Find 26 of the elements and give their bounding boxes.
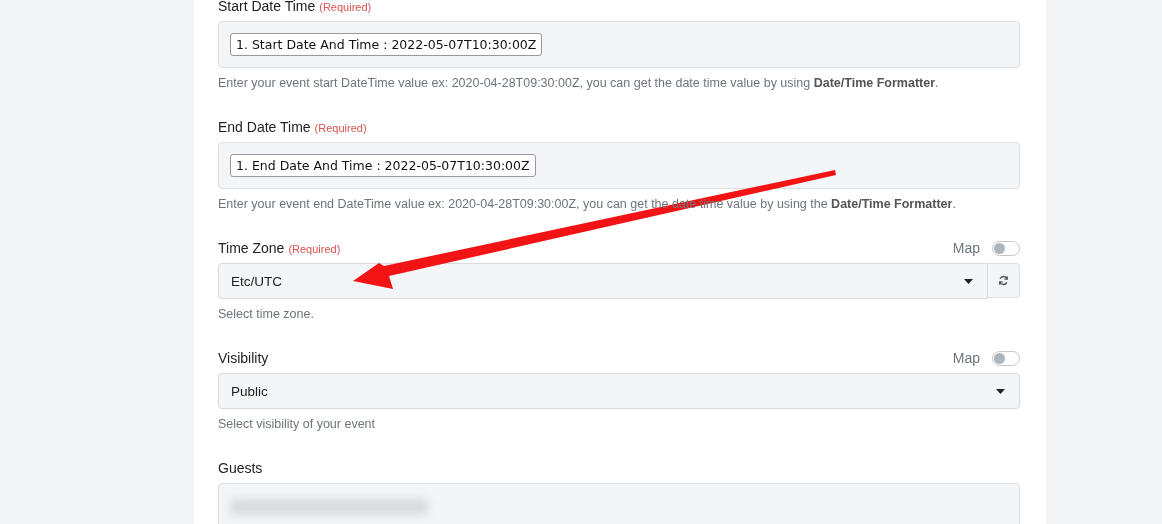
field-label: Visibility	[218, 350, 269, 366]
value-tag[interactable]: 1. Start Date And Time : 2022-05-07T10:30:00Z	[230, 33, 543, 56]
select-field[interactable]: Etc/UTC	[218, 263, 988, 299]
token-field[interactable]	[218, 483, 1020, 524]
token-field[interactable]: 1. Start Date And Time : 2022-05-07T10:30:00Z	[218, 21, 1020, 68]
required-note: (Required)	[314, 122, 367, 134]
value-tag[interactable]: 1. End Date And Time : 2022-05-07T10:30:00Z	[230, 154, 536, 177]
required-note: (Required)	[288, 243, 341, 255]
field-label: Guests	[218, 460, 263, 476]
token-field[interactable]: 1. End Date And Time : 2022-05-07T10:30:00Z	[218, 142, 1020, 189]
field-label: Start Date Time	[218, 0, 316, 14]
caret-icon	[996, 388, 1005, 394]
refresh-button[interactable]	[988, 263, 1020, 298]
map-label: Map	[952, 350, 980, 366]
map-label: Map	[952, 240, 980, 256]
refresh-icon	[998, 275, 1009, 286]
field-label: End Date Time	[218, 119, 311, 135]
map-toggle[interactable]	[992, 240, 1020, 256]
select-field[interactable]: Public	[218, 373, 1020, 409]
field-label: Time Zone	[218, 240, 285, 256]
help-text: Select time zone.	[218, 307, 315, 321]
required-note: (Required)	[319, 1, 372, 13]
map-toggle[interactable]	[992, 350, 1020, 366]
help-text: Select visibility of your event	[218, 417, 376, 431]
caret-icon	[964, 278, 973, 284]
help-text: Enter your event start DateTime value ex: 2020-04-28T09:30:00Z, you can get the date time value by using Date/Time Formatter.	[218, 76, 940, 90]
